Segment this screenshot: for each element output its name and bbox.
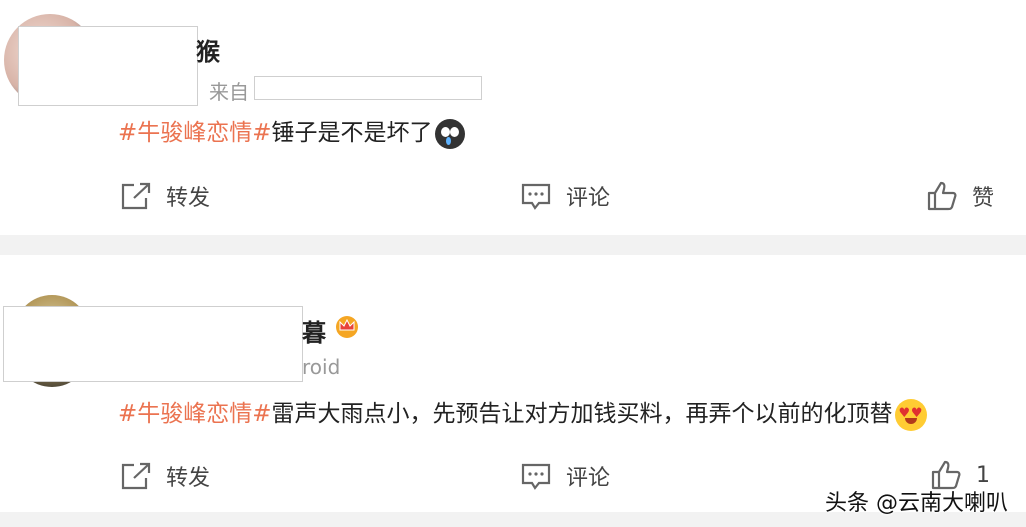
- repost-label: 转发: [166, 466, 211, 491]
- thumbs-up-icon: [927, 181, 957, 211]
- comment-button[interactable]: 评论: [520, 460, 610, 492]
- username[interactable]: 暮: [302, 313, 326, 348]
- hashtag-link[interactable]: #牛骏峰恋情#: [118, 401, 272, 427]
- comment-label: 评论: [566, 466, 611, 491]
- comment-label: 评论: [566, 186, 611, 211]
- like-label: 赞: [972, 186, 995, 211]
- comment-icon: [521, 183, 551, 210]
- repost-button[interactable]: 转发: [120, 180, 210, 212]
- post-divider: [0, 235, 1026, 255]
- comment-icon: [521, 463, 551, 490]
- like-count: 1: [976, 462, 990, 488]
- source-label: 来自: [209, 80, 249, 104]
- post-text: 雷声大雨点小，先预告让对方加钱买料，再弄个以前的化顶替: [271, 401, 893, 427]
- hashtag-link[interactable]: #牛骏峰恋情#: [118, 120, 272, 146]
- crown-icon: [336, 316, 358, 338]
- repost-button[interactable]: 转发: [120, 460, 210, 492]
- weibo-post-2: 暮 roid #牛骏峰恋情#雷声大雨点小，先预告让对方加钱买料，再弄个以前的化顶…: [0, 255, 1026, 512]
- share-icon: [121, 462, 151, 490]
- redaction-box: [18, 26, 198, 106]
- share-icon: [121, 182, 151, 210]
- like-button[interactable]: 赞: [926, 180, 994, 212]
- cry-icon: [434, 118, 465, 149]
- comment-button[interactable]: 评论: [520, 180, 610, 212]
- weibo-post-1: 猴 来自 #牛骏峰恋情#锤子是不是坏了 转发 评论 赞: [0, 0, 1026, 235]
- repost-label: 转发: [166, 186, 211, 211]
- watermark: 头条 @云南大喇叭: [825, 491, 1008, 516]
- post-text: 锤子是不是坏了: [271, 120, 433, 146]
- username[interactable]: 猴: [196, 32, 220, 67]
- redaction-box: [3, 306, 303, 382]
- source-label: roid: [302, 355, 341, 379]
- heart-eyes-icon: ♥ ♥: [894, 398, 927, 431]
- post-content: #牛骏峰恋情#雷声大雨点小，先预告让对方加钱买料，再弄个以前的化顶替 ♥ ♥: [118, 394, 927, 431]
- post-content: #牛骏峰恋情#锤子是不是坏了: [118, 113, 465, 149]
- source-redaction: [254, 76, 482, 100]
